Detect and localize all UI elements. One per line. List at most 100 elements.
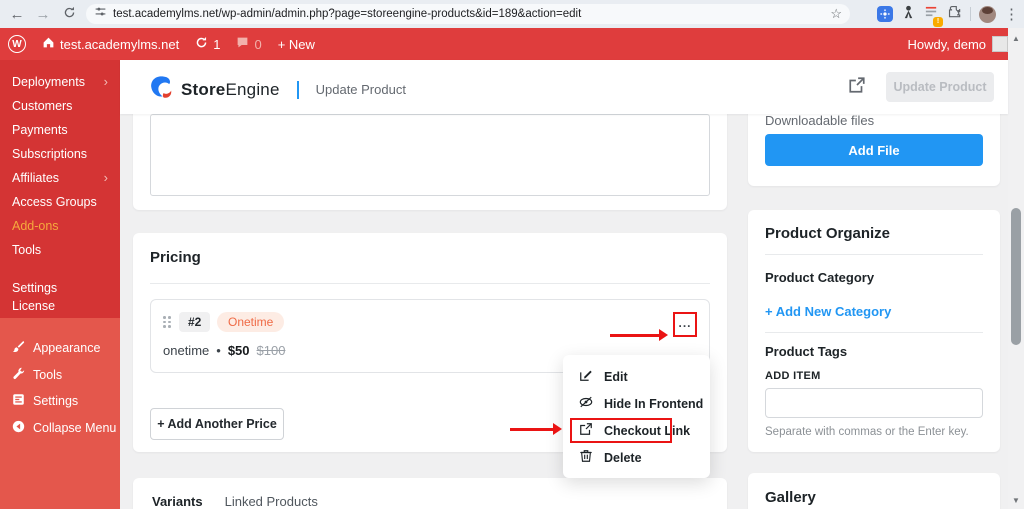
storeengine-brand: StoreEngine Update Product xyxy=(148,74,406,105)
url-bar[interactable]: test.academylms.net/wp-admin/admin.php?p… xyxy=(86,4,850,24)
price-value: $50 xyxy=(227,343,250,358)
tab-linked-products[interactable]: Linked Products xyxy=(225,494,318,509)
price-type-badge: Onetime xyxy=(217,312,285,332)
wrench-icon xyxy=(12,367,25,383)
product-category-label: Product Category xyxy=(765,270,875,285)
collapse-icon xyxy=(12,420,25,436)
site-name-label: test.academylms.net xyxy=(60,36,180,52)
add-file-button[interactable]: Add File xyxy=(765,134,983,166)
new-content-menu[interactable]: + New xyxy=(270,28,323,60)
tags-input[interactable] xyxy=(765,388,983,418)
updates-count: 1 xyxy=(213,36,221,52)
annotation-arrow-to-menu-button xyxy=(610,329,668,341)
warning-badge: ! xyxy=(933,17,943,27)
sidebar-item-add-ons[interactable]: Add-ons xyxy=(0,214,120,238)
scroll-down-icon[interactable]: ▼ xyxy=(1008,496,1024,505)
sidebar-item-label: Collapse Menu xyxy=(33,421,117,435)
drag-handle-icon[interactable] xyxy=(163,316,171,328)
description-textarea[interactable] xyxy=(150,114,710,196)
bookmark-star-icon[interactable]: ☆ xyxy=(830,6,842,22)
sidebar-item-tools[interactable]: Tools xyxy=(0,362,120,388)
back-icon[interactable]: ← xyxy=(4,6,30,23)
description-card xyxy=(133,106,727,210)
forward-icon[interactable]: → xyxy=(30,6,56,23)
eye-off-icon xyxy=(579,395,593,412)
menu-item-checkout-link[interactable]: Checkout Link xyxy=(563,417,710,444)
sidebar-item-label: Appearance xyxy=(33,341,101,355)
comments-count: 0 xyxy=(254,36,262,52)
wp-sidebar: Deployments › Customers Payments Subscrip… xyxy=(0,60,120,509)
add-another-price-button[interactable]: + Add Another Price xyxy=(150,408,284,440)
update-product-button[interactable]: Update Product xyxy=(886,72,994,102)
external-link-icon xyxy=(579,422,593,439)
new-label: + New xyxy=(277,36,315,52)
brush-icon xyxy=(12,340,25,356)
extensions-puzzle-icon[interactable] xyxy=(947,4,962,24)
annotation-arrow-to-checkout-link xyxy=(510,423,562,435)
sidebar-item-access-groups[interactable]: Access Groups xyxy=(0,190,120,214)
menu-item-edit[interactable]: Edit xyxy=(563,363,710,390)
tags-help-text: Separate with commas or the Enter key. xyxy=(765,426,969,438)
reload-icon[interactable] xyxy=(56,6,82,23)
menu-item-label: Edit xyxy=(604,369,628,384)
chevron-right-icon: › xyxy=(103,170,108,185)
tab-variants[interactable]: Variants xyxy=(152,494,203,509)
browser-menu-icon[interactable]: ⋮ xyxy=(1004,5,1019,23)
account-menu[interactable]: Howdy, demo xyxy=(907,28,1008,60)
page-scrollbar[interactable]: ▲ ▼ xyxy=(1008,28,1024,509)
site-info-icon[interactable] xyxy=(94,5,107,23)
updates-menu[interactable]: 1 xyxy=(187,28,228,60)
menu-item-hide-in-frontend[interactable]: Hide In Frontend xyxy=(563,390,710,417)
menu-item-label: Checkout Link xyxy=(604,423,691,438)
wp-user-avatar xyxy=(992,36,1008,52)
howdy-label: Howdy, demo xyxy=(907,36,986,52)
divider xyxy=(765,254,983,255)
sidebar-item-tools-sub[interactable]: Tools xyxy=(0,238,120,262)
scrollbar-thumb[interactable] xyxy=(1011,208,1021,345)
pricing-title: Pricing xyxy=(150,249,201,266)
sidebar-item-settings[interactable]: Settings xyxy=(0,388,120,414)
sidebar-item-appearance[interactable]: Appearance xyxy=(0,335,120,361)
preview-external-link-icon[interactable] xyxy=(848,76,866,99)
comment-icon xyxy=(236,36,249,52)
wp-admin-bar: W test.academylms.net 1 0 + New Howdy, d… xyxy=(0,28,1024,60)
comments-menu[interactable]: 0 xyxy=(228,28,269,60)
browser-toolbar: ← → test.academylms.net/wp-admin/admin.p… xyxy=(0,0,1024,28)
trash-icon xyxy=(579,449,593,466)
bullet-separator: • xyxy=(216,343,221,358)
storeengine-logo-icon xyxy=(148,74,174,105)
gallery-card: Gallery xyxy=(748,473,1000,509)
price-name: onetime xyxy=(163,343,210,358)
product-organize-title: Product Organize xyxy=(765,225,891,242)
add-new-category-link[interactable]: + Add New Category xyxy=(765,304,891,319)
downloadable-files-label: Downloadable files xyxy=(765,113,875,128)
person-extension-icon[interactable] xyxy=(901,4,916,24)
update-icon xyxy=(195,36,208,52)
add-item-label: ADD ITEM xyxy=(765,370,821,382)
sidebar-item-deployments[interactable]: Deployments › xyxy=(0,70,120,94)
menu-item-delete[interactable]: Delete xyxy=(563,444,710,471)
sidebar-item-payments[interactable]: Payments xyxy=(0,118,120,142)
brand-bold: Store xyxy=(181,79,226,99)
browser-profile-avatar[interactable] xyxy=(979,5,996,23)
sidebar-item-license[interactable]: License xyxy=(0,294,120,318)
variants-card: Variants Linked Products xyxy=(133,478,727,509)
sidebar-item-customers[interactable]: Customers xyxy=(0,94,120,118)
url-text[interactable]: test.academylms.net/wp-admin/admin.php?p… xyxy=(113,8,824,20)
price-index-badge: #2 xyxy=(179,312,211,332)
notes-extension-icon[interactable]: ! xyxy=(924,4,943,27)
page-title: Update Product xyxy=(315,82,406,97)
sidebar-item-collapse-menu[interactable]: Collapse Menu xyxy=(0,415,120,441)
price-options-menu-button[interactable]: ... xyxy=(673,312,697,337)
scroll-up-icon[interactable]: ▲ xyxy=(1008,34,1024,43)
sidebar-item-affiliates[interactable]: Affiliates › xyxy=(0,166,120,190)
sidebar-item-subscriptions[interactable]: Subscriptions xyxy=(0,142,120,166)
menu-item-label: Hide In Frontend xyxy=(604,396,704,411)
sidebar-item-label: Settings xyxy=(33,394,79,408)
price-options-dropdown: Edit Hide In Frontend Checkout Link Dele… xyxy=(563,355,710,478)
site-name-menu[interactable]: test.academylms.net xyxy=(34,28,187,60)
compare-price-value: $100 xyxy=(256,343,286,358)
gear-extension-icon[interactable] xyxy=(877,6,893,22)
wordpress-logo-icon[interactable]: W xyxy=(0,28,34,60)
home-icon xyxy=(42,36,55,52)
